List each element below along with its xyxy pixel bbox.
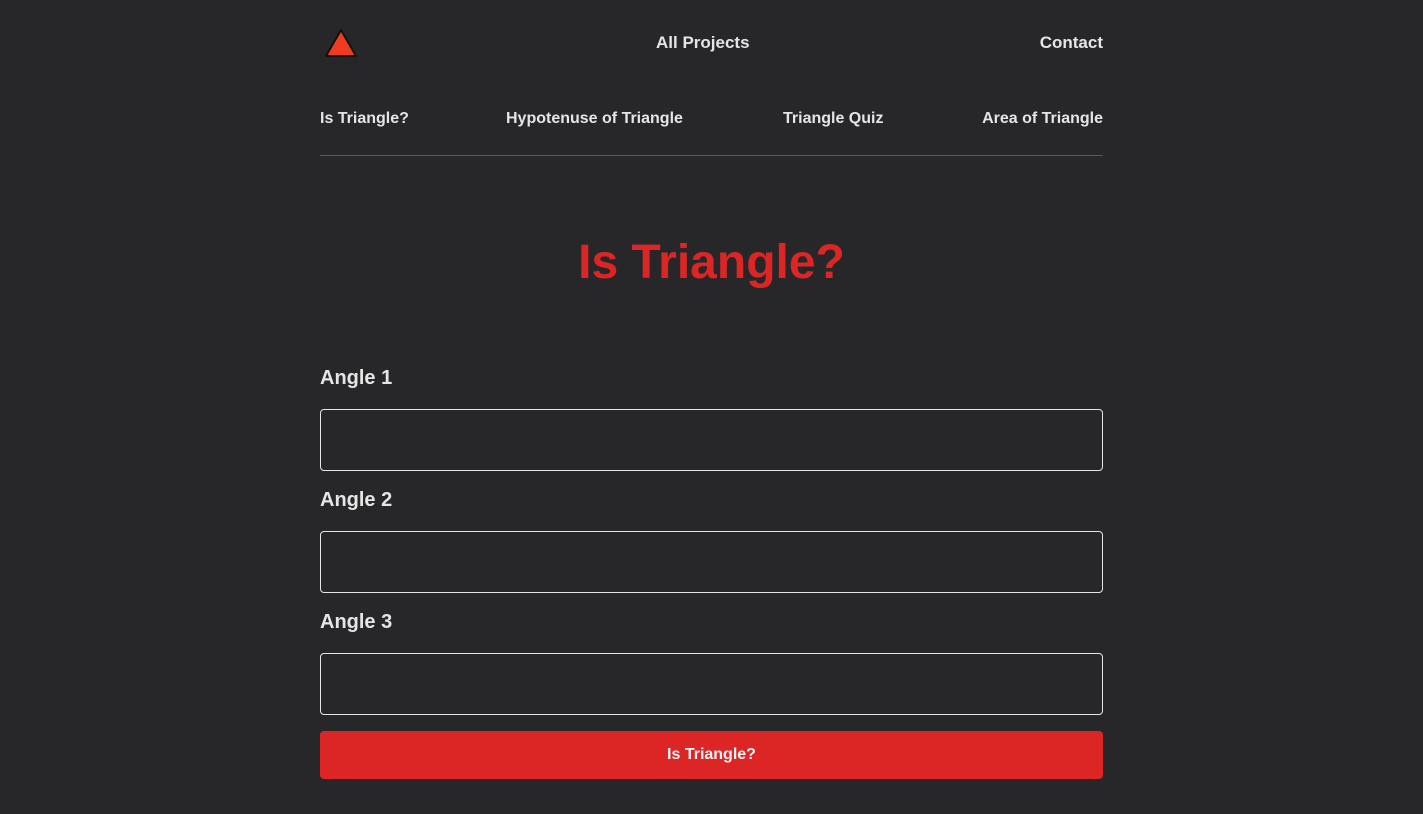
angle-1-input[interactable] xyxy=(320,409,1103,471)
angle-2-input[interactable] xyxy=(320,531,1103,593)
subnav-item-is-triangle[interactable]: Is Triangle? xyxy=(320,110,409,128)
page-title: Is Triangle? xyxy=(578,236,845,289)
all-projects-link[interactable]: All Projects xyxy=(656,33,750,53)
angle-2-label: Angle 2 xyxy=(320,489,393,511)
triangle-subnav: Is Triangle? Hypotenuse of Triangle Tria… xyxy=(320,108,1103,156)
subnav-item-hypotenuse[interactable]: Hypotenuse of Triangle xyxy=(506,110,683,128)
is-triangle-submit-button[interactable]: Is Triangle? xyxy=(320,731,1103,779)
angle-3-input[interactable] xyxy=(320,653,1103,715)
subnav-item-area[interactable]: Area of Triangle xyxy=(982,110,1103,128)
angle-1-label: Angle 1 xyxy=(320,367,393,389)
contact-link[interactable]: Contact xyxy=(1040,33,1103,53)
angle-3-label: Angle 3 xyxy=(320,611,393,633)
top-navbar: All Projects Contact xyxy=(320,24,1103,62)
triangle-logo-icon[interactable] xyxy=(324,28,358,58)
subnav-item-quiz[interactable]: Triangle Quiz xyxy=(783,110,883,128)
